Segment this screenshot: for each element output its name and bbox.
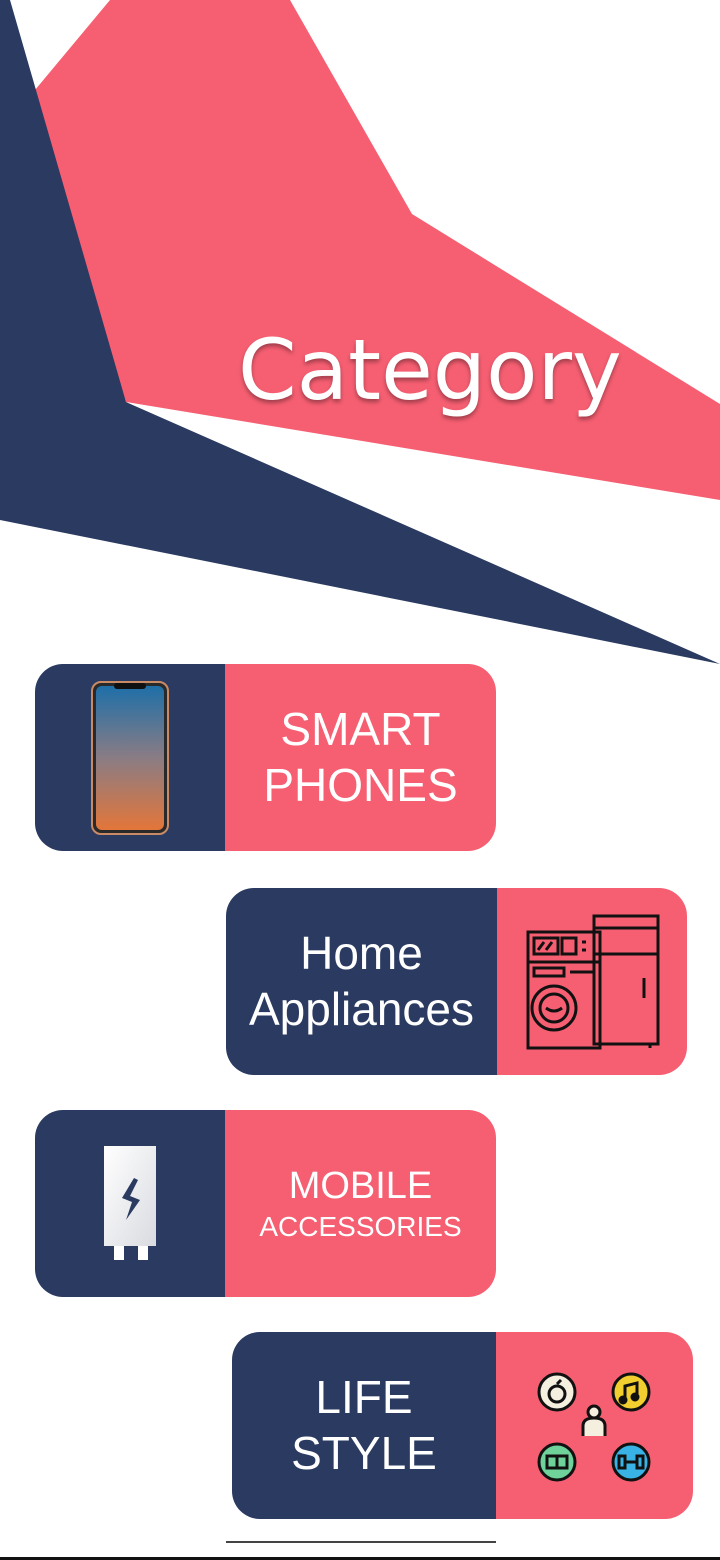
home-appliances-icon: [526, 914, 660, 1049]
category-card-life-style[interactable]: LIFE STYLE: [232, 1332, 693, 1519]
category-card-home-appliances[interactable]: Home Appliances: [226, 888, 687, 1075]
category-label-line2: Appliances: [248, 982, 475, 1035]
category-label: SMART PHONES: [263, 702, 457, 812]
category-label-line2: PHONES: [263, 758, 458, 811]
card-label-panel: LIFE STYLE: [232, 1332, 496, 1519]
charger-icon: [104, 1145, 156, 1260]
category-label-line1: SMART: [280, 703, 441, 756]
category-label-line2: ACCESSORIES: [259, 1210, 462, 1242]
category-label: Home Appliances: [249, 926, 474, 1036]
smartphone-icon: [91, 680, 169, 835]
card-image-panel: [496, 1332, 693, 1519]
divider: [226, 1541, 496, 1543]
page-title: Category: [238, 321, 622, 419]
category-label-line1: MOBILE: [288, 1164, 433, 1207]
lifestyle-icon: [537, 1372, 650, 1481]
card-image-panel: [35, 664, 225, 851]
card-label-panel: MOBILE ACCESSORIES: [225, 1110, 496, 1297]
card-image-panel: [35, 1110, 225, 1297]
card-label-panel: Home Appliances: [226, 888, 497, 1075]
category-card-smart-phones[interactable]: SMART PHONES: [35, 664, 496, 851]
category-label: LIFE STYLE: [291, 1370, 437, 1480]
card-image-panel: [497, 888, 687, 1075]
category-label-line1: Home: [300, 927, 423, 980]
category-label-line1: LIFE: [315, 1371, 413, 1424]
category-card-mobile-accessories[interactable]: MOBILE ACCESSORIES: [35, 1110, 496, 1297]
card-label-panel: SMART PHONES: [225, 664, 496, 851]
category-label-line2: STYLE: [291, 1426, 437, 1479]
category-label: MOBILE ACCESSORIES: [259, 1164, 461, 1243]
